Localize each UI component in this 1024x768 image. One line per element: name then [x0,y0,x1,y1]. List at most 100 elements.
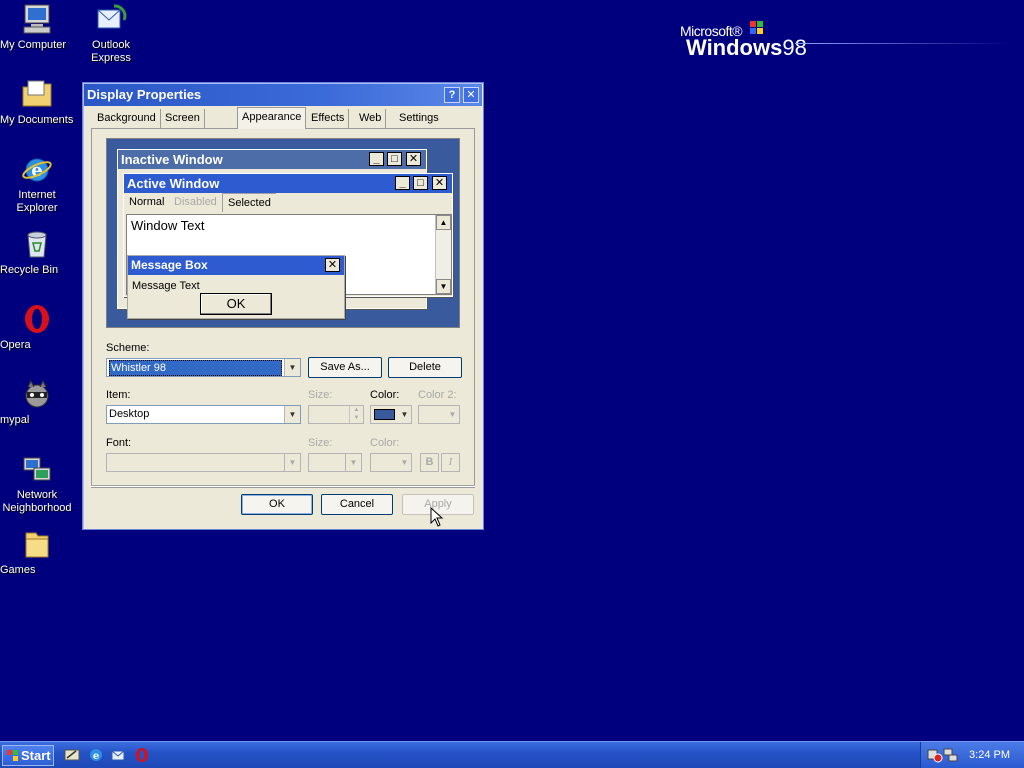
dialog-title: Display Properties [87,87,202,102]
preview-active-titlebar: Active Window _ □ ✕ [124,174,452,193]
network-status-icon[interactable] [943,747,959,763]
font-color-button[interactable]: ▼ [370,453,412,472]
desktop-icon-label: Opera [0,339,31,351]
desktop-icon-my-computer[interactable]: My Computer [0,2,74,51]
opera-icon [25,305,49,333]
cancel-button[interactable]: Cancel [321,494,393,515]
minimize-icon: _ [369,152,384,166]
ok-button[interactable]: OK [241,494,313,515]
desktop-icon-games[interactable]: Games [0,527,74,576]
windows-logo: Microsoft® Windows98 [680,21,807,60]
scheme-label: Scheme: [106,342,150,354]
desktop-icon-mypal[interactable]: mypal [0,377,74,426]
close-icon: ✕ [325,258,340,272]
desktop-icon-label: Games [0,564,36,576]
desktop-icon-network-neighborhood[interactable]: Network Neighborhood [0,452,74,514]
desktop-icon-opera[interactable]: Opera [0,302,74,351]
outlook-express-icon[interactable] [111,747,127,763]
preview-scrollbar: ▲ ▼ [435,215,451,294]
desktop-icon-internet-explorer[interactable]: e Internet Explorer [0,152,74,214]
scroll-up-icon: ▲ [436,215,451,230]
scroll-down-icon: ▼ [436,279,451,294]
close-icon: ✕ [406,152,421,166]
recycle-bin-icon [27,231,47,258]
tab-background[interactable]: Background [93,109,161,128]
font-color-label: Color: [370,437,400,449]
font-size-select[interactable]: ▼ [308,453,362,472]
tab-effects[interactable]: Effects [307,109,350,128]
item-select[interactable]: Desktop ▼ [106,405,301,424]
desktop-icon-label: My Documents [0,114,74,126]
logo-product: Windows98 [686,35,807,60]
appearance-preview[interactable]: Inactive Window _ □ ✕ Active Window _ □ … [106,138,460,328]
preview-message-text: Message Text [132,280,200,292]
logo-product-name: Windows [686,35,783,60]
preview-window-text: Window Text [131,218,205,233]
games-folder-icon [25,532,49,558]
taskbar-clock[interactable]: 3:24 PM [969,749,1010,761]
internet-explorer-icon[interactable]: e [88,747,104,763]
chevron-down-icon: ▼ [400,458,409,467]
preview-menu-selected: Selected [222,193,276,212]
font-size-label: Size: [308,437,333,449]
desktop-icon-label: My Computer [0,39,67,51]
windows-flag-icon [7,750,18,761]
italic-button[interactable]: I [441,453,460,472]
desktop-icon-label: Network Neighborhood [2,489,72,514]
outlook-express-icon [97,4,127,29]
logo-version: 98 [782,35,807,60]
show-desktop-icon[interactable] [64,747,80,763]
tab-web[interactable]: Web [355,109,387,128]
windows-flag-icon [750,21,763,34]
logo-line [795,43,1010,44]
scheme-value: Whistler 98 [109,360,282,376]
desktop-icon-outlook-express[interactable]: Outlook Express [74,2,148,64]
preview-message-box-title: Message Box [131,258,208,272]
close-button[interactable]: ✕ [463,87,479,103]
svg-text:e: e [93,751,99,762]
preview-inactive-titlebar: Inactive Window _ □ ✕ [118,150,426,169]
close-icon: ✕ [432,176,447,190]
tab-settings[interactable]: Settings [395,109,443,128]
desktop-icon-recycle-bin[interactable]: Recycle Bin [0,227,74,276]
tab-screen-saver[interactable]: Screen Saver [161,109,205,142]
bold-button[interactable]: B [420,453,439,472]
chevron-down-icon: ▼ [345,454,361,471]
start-label: Start [21,748,51,763]
item-color-button[interactable]: ▼ [370,405,412,424]
help-button[interactable]: ? [444,87,460,103]
desktop-icon-label: Internet Explorer [16,189,58,214]
desktop-icon-my-documents[interactable]: My Documents [0,77,74,126]
network-neighborhood-icon [23,457,51,481]
item-label: Item: [106,389,131,401]
preview-inactive-title: Inactive Window [121,152,223,167]
scheme-select[interactable]: Whistler 98 ▼ [106,358,301,377]
tab-appearance[interactable]: Appearance [237,107,307,129]
preview-menu-bar: Normal Disabled Selected [124,193,452,212]
save-as-button[interactable]: Save As... [308,357,382,378]
opera-icon[interactable] [134,747,150,763]
item-size-label: Size: [308,389,333,401]
preview-menu-disabled: Disabled [174,196,217,208]
preview-ok-button: OK [200,293,272,315]
preview-active-title: Active Window [127,176,220,191]
preview-menu-normal: Normal [129,196,165,208]
item-color-swatch [374,409,395,420]
item-size-stepper[interactable]: ▲ ▼ [308,405,364,424]
chevron-down-icon: ▼ [284,406,300,423]
maximize-icon: □ [387,152,402,166]
preview-message-box-titlebar: Message Box ✕ [128,256,344,275]
desktop-icon-label: Outlook Express [91,39,131,64]
font-label: Font: [106,437,132,449]
my-documents-icon [22,80,52,107]
item-color2-button[interactable]: ▼ [418,405,460,424]
font-select[interactable]: ▼ [106,453,301,472]
display-properties-dialog: Display Properties ? ✕ Background Screen… [82,82,484,530]
volume-icon[interactable] [927,747,943,763]
start-button[interactable]: Start [2,745,54,766]
preview-message-box: Message Box ✕ Message Text OK [127,255,345,319]
dialog-separator [91,485,475,487]
dialog-titlebar[interactable]: Display Properties ? ✕ [84,84,482,106]
delete-button[interactable]: Delete [388,357,462,378]
minimize-icon: _ [395,176,410,190]
